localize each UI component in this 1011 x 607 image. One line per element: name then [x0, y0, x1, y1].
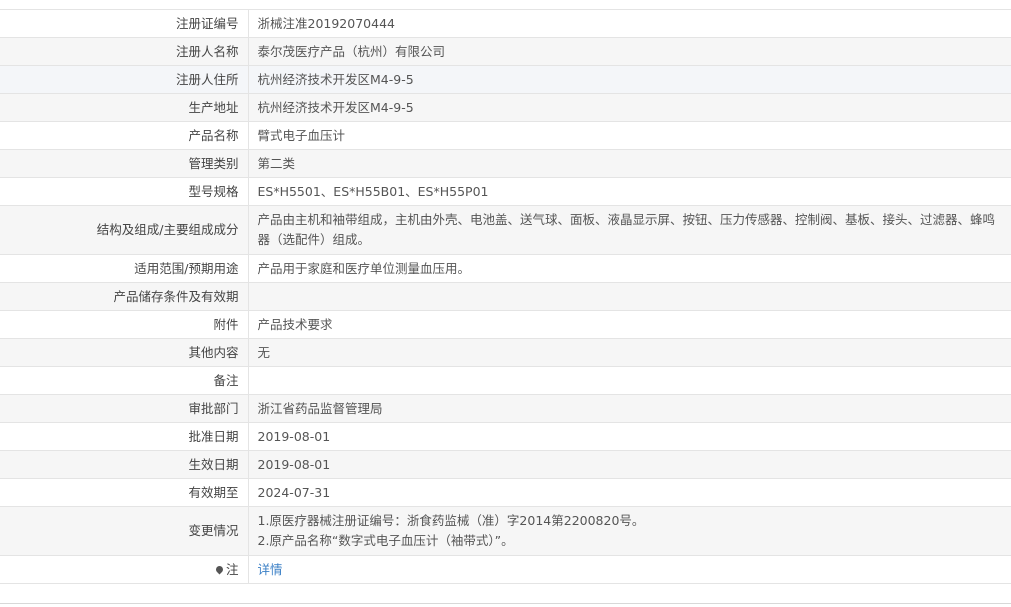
table-row: 注册证编号 浙械注准20192070444	[0, 9, 1011, 38]
row-label: 结构及组成/主要组成成分	[0, 205, 249, 255]
details-link[interactable]: 详情	[258, 562, 283, 577]
table-row: 注册人住所 杭州经济技术开发区M4-9-5	[0, 65, 1011, 94]
row-label: 备注	[0, 366, 249, 395]
table-row: 生效日期 2019-08-01	[0, 450, 1011, 479]
table-row: 附件 产品技术要求	[0, 310, 1011, 339]
row-value	[248, 366, 1011, 395]
row-label: 附件	[0, 310, 249, 339]
row-value: 臂式电子血压计	[248, 121, 1011, 150]
table-row: 变更情况 1.原医疗器械注册证编号：浙食药监械（准）字2014第2200820号…	[0, 506, 1011, 556]
pin-icon	[214, 564, 225, 574]
row-label: 注册人名称	[0, 37, 249, 66]
row-label: 有效期至	[0, 478, 249, 507]
row-value: 浙江省药品监督管理局	[248, 394, 1011, 423]
row-value: ES*H5501、ES*H55B01、ES*H55P01	[248, 177, 1011, 206]
row-label: 注	[0, 555, 249, 584]
registration-detail-page: 注册证编号 浙械注准20192070444 注册人名称 泰尔茂医疗产品（杭州）有…	[0, 0, 1011, 607]
row-label: 型号规格	[0, 177, 249, 206]
table-row: 产品储存条件及有效期	[0, 282, 1011, 311]
table-row: 适用范围/预期用途 产品用于家庭和医疗单位测量血压用。	[0, 254, 1011, 283]
table-row: 备注	[0, 366, 1011, 395]
row-value: 无	[248, 338, 1011, 367]
row-value: 浙械注准20192070444	[248, 9, 1011, 38]
row-value: 泰尔茂医疗产品（杭州）有限公司	[248, 37, 1011, 66]
row-value: 产品技术要求	[248, 310, 1011, 339]
row-value: 杭州经济技术开发区M4-9-5	[248, 65, 1011, 94]
row-label: 产品名称	[0, 121, 249, 150]
row-label: 其他内容	[0, 338, 249, 367]
table-row: 产品名称 臂式电子血压计	[0, 121, 1011, 150]
row-label: 产品储存条件及有效期	[0, 282, 249, 311]
table-row: 注册人名称 泰尔茂医疗产品（杭州）有限公司	[0, 37, 1011, 66]
row-value: 2019-08-01	[248, 422, 1011, 451]
table-row: 生产地址 杭州经济技术开发区M4-9-5	[0, 93, 1011, 122]
row-label: 注册证编号	[0, 9, 249, 38]
row-value: 第二类	[248, 149, 1011, 178]
row-value: 1.原医疗器械注册证编号：浙食药监械（准）字2014第2200820号。 2.原…	[248, 506, 1011, 556]
note-label: 注	[225, 561, 239, 577]
table-row: 审批部门 浙江省药品监督管理局	[0, 394, 1011, 423]
table-row: 注 详情	[0, 555, 1011, 584]
row-value: 杭州经济技术开发区M4-9-5	[248, 93, 1011, 122]
change-line: 1.原医疗器械注册证编号：浙食药监械（准）字2014第2200820号。	[257, 513, 645, 528]
table-row: 结构及组成/主要组成成分 产品由主机和袖带组成，主机由外壳、电池盖、送气球、面板…	[0, 205, 1011, 255]
table-row: 其他内容 无	[0, 338, 1011, 367]
row-label: 生效日期	[0, 450, 249, 479]
change-line: 2.原产品名称“数字式电子血压计（袖带式）”。	[257, 533, 514, 548]
row-value: 产品用于家庭和医疗单位测量血压用。	[248, 254, 1011, 283]
row-value: 2024-07-31	[248, 478, 1011, 507]
row-label: 审批部门	[0, 394, 249, 423]
row-value: 详情	[248, 555, 1011, 584]
row-label: 生产地址	[0, 93, 249, 122]
row-value: 2019-08-01	[248, 450, 1011, 479]
registration-detail-table: 注册证编号 浙械注准20192070444 注册人名称 泰尔茂医疗产品（杭州）有…	[0, 9, 1011, 584]
table-row: 批准日期 2019-08-01	[0, 422, 1011, 451]
bottom-divider	[0, 603, 1011, 604]
row-value: 产品由主机和袖带组成，主机由外壳、电池盖、送气球、面板、液晶显示屏、按钮、压力传…	[248, 205, 1011, 255]
table-row: 管理类别 第二类	[0, 149, 1011, 178]
row-label: 批准日期	[0, 422, 249, 451]
row-label: 管理类别	[0, 149, 249, 178]
table-row: 有效期至 2024-07-31	[0, 478, 1011, 507]
row-value	[248, 282, 1011, 311]
row-label: 适用范围/预期用途	[0, 254, 249, 283]
table-row: 型号规格 ES*H5501、ES*H55B01、ES*H55P01	[0, 177, 1011, 206]
row-label: 变更情况	[0, 506, 249, 556]
row-label: 注册人住所	[0, 65, 249, 94]
